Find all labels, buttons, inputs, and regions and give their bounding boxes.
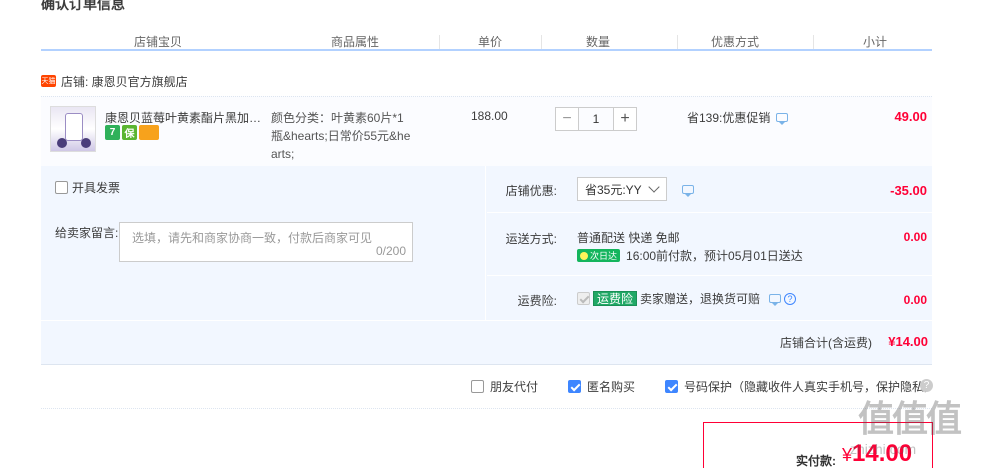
order-item-row: 康恩贝蓝莓叶黄素酯片黑加仑专... 7 保 颜色分类：叶黄素60片*1瓶&hea… [41,96,932,166]
col-attributes: 商品属性 [331,35,380,49]
anonymous-label: 匿名购买 [587,380,636,394]
memo-label: 给卖家留言: [55,226,119,240]
column-header: 店铺宝贝 商品属性 单价 数量 优惠方式 小计 [41,31,932,51]
divider [41,408,932,409]
divider [41,364,932,365]
shop-total-row: 店铺合计(含运费) ¥14.00 [41,320,932,364]
watermark-logo: 值值值 [858,398,962,439]
next-day-tag: 次日达 [577,249,621,262]
insurance-text: 卖家赠送，退换货可赔 [640,292,761,306]
product-thumbnail[interactable] [50,106,96,152]
invoice-option[interactable]: 开具发票 [55,179,120,196]
column-divider [677,35,678,49]
chevron-down-icon [648,181,660,193]
shop-discount-amount: -35.00 [890,183,927,198]
seven-day-return-icon[interactable]: 7 [105,125,120,140]
tmall-icon: 天猫 [41,75,56,87]
promotion-text: 省139:优惠促销 [687,111,771,125]
friend-pay-label: 朋友代付 [490,380,539,394]
col-subtotal: 小计 [863,35,888,49]
col-unit-price: 单价 [478,35,503,49]
insurance-amount: 0.00 [903,293,927,307]
column-divider [541,35,542,49]
item-subtotal: 49.00 [894,109,927,124]
column-divider [439,35,440,49]
seller-memo-input[interactable]: 选填，请先和商家协商一致，付款后商家可见 0/200 [119,222,413,262]
anonymous-option[interactable]: 匿名购买 [568,378,635,395]
shop-discount-row: 店铺优惠: 省35元:YY -35.00 [487,166,932,213]
column-divider [813,35,814,49]
memo-char-count: 0/200 [375,244,406,258]
shipping-row: 运送方式: 普通配送 快递 免邮 次日达 16:00前付款，预计05月01日送达… [487,213,932,276]
lightning-icon [580,251,588,260]
watermark-url: zhizhi.com [850,441,917,457]
shipping-eta: 次日达 16:00前付款，预计05月01日送达 [577,247,803,264]
insurance-content: 运费险 卖家赠送，退换货可赔 ? [577,290,797,307]
invoice-label: 开具发票 [72,181,121,195]
friend-pay-option[interactable]: 朋友代付 [471,378,538,395]
shipping-method: 普通配送 快递 免邮 [577,231,680,245]
insurance-row: 运费险: 运费险 卖家赠送，退换货可赔 ? 0.00 [487,276,932,320]
col-quantity: 数量 [586,35,611,49]
anonymous-checkbox[interactable] [568,380,581,393]
help-icon[interactable]: ? [784,292,797,305]
number-protect-checkbox[interactable] [665,380,678,393]
quantity-increase-button[interactable]: + [613,107,637,131]
item-promotion: 省139:优惠促销 [687,109,789,126]
shop-discount-select[interactable]: 省35元:YY [577,177,667,201]
invoice-checkbox[interactable] [55,181,68,194]
shipping-eta-text: 16:00前付款，预计05月01日送达 [626,249,803,263]
shipping-label: 运送方式: [505,232,557,246]
buyer-options: 开具发票 给卖家留言: 选填，请先和商家协商一致，付款后商家可见 0/200 [41,166,486,320]
quantity-stepper: − 1 + [555,107,637,131]
chat-icon[interactable] [682,185,694,197]
shop-total-label: 店铺合计(含运费) [780,336,872,350]
quantity-decrease-button[interactable]: − [555,107,579,131]
bottle-image [65,113,83,141]
berry-image [57,138,67,148]
order-adjustments: 店铺优惠: 省35元:YY -35.00 运送方式: 普通配送 快递 免邮 次日… [487,166,932,320]
shop-total-amount: ¥14.00 [888,334,928,349]
unit-price: 188.00 [471,109,508,123]
shop-row: 天猫 店铺: 康恩贝官方旗舰店 [41,73,188,89]
insurance-tag: 运费险 [593,291,638,306]
col-promotion: 优惠方式 [711,35,760,49]
shipping-amount: 0.00 [903,230,927,244]
guarantee-icon[interactable]: 保 [122,125,137,140]
insurance-checkbox [577,292,590,305]
insurance-label: 运费险: [517,294,557,308]
pay-label: 实付款: [796,454,836,468]
order-options-panel: 开具发票 给卖家留言: 选填，请先和商家协商一致，付款后商家可见 0/200 店… [41,166,932,320]
shop-discount-label: 店铺优惠: [505,184,557,198]
col-shop-item: 店铺宝贝 [134,35,183,49]
chat-icon[interactable] [769,294,782,306]
memo-placeholder: 选填，请先和商家协商一致，付款后商家可见 [132,231,373,245]
shop-name-link[interactable]: 店铺: 康恩贝官方旗舰店 [61,73,188,90]
berry-image [81,138,91,148]
section-title: 确认订单信息 [41,0,125,12]
shop-discount-value: 省35元:YY [585,182,642,197]
product-attributes: 颜色分类：叶黄素60片*1瓶&hearts;日常价55元&hearts; [271,111,411,161]
friend-pay-checkbox[interactable] [471,380,484,393]
product-title-link[interactable]: 康恩贝蓝莓叶黄素酯片黑加仑专... [105,109,270,126]
credit-card-icon[interactable] [139,125,159,140]
service-badges: 7 保 [105,125,159,140]
chat-icon[interactable] [776,113,789,125]
quantity-input[interactable]: 1 [579,107,613,131]
